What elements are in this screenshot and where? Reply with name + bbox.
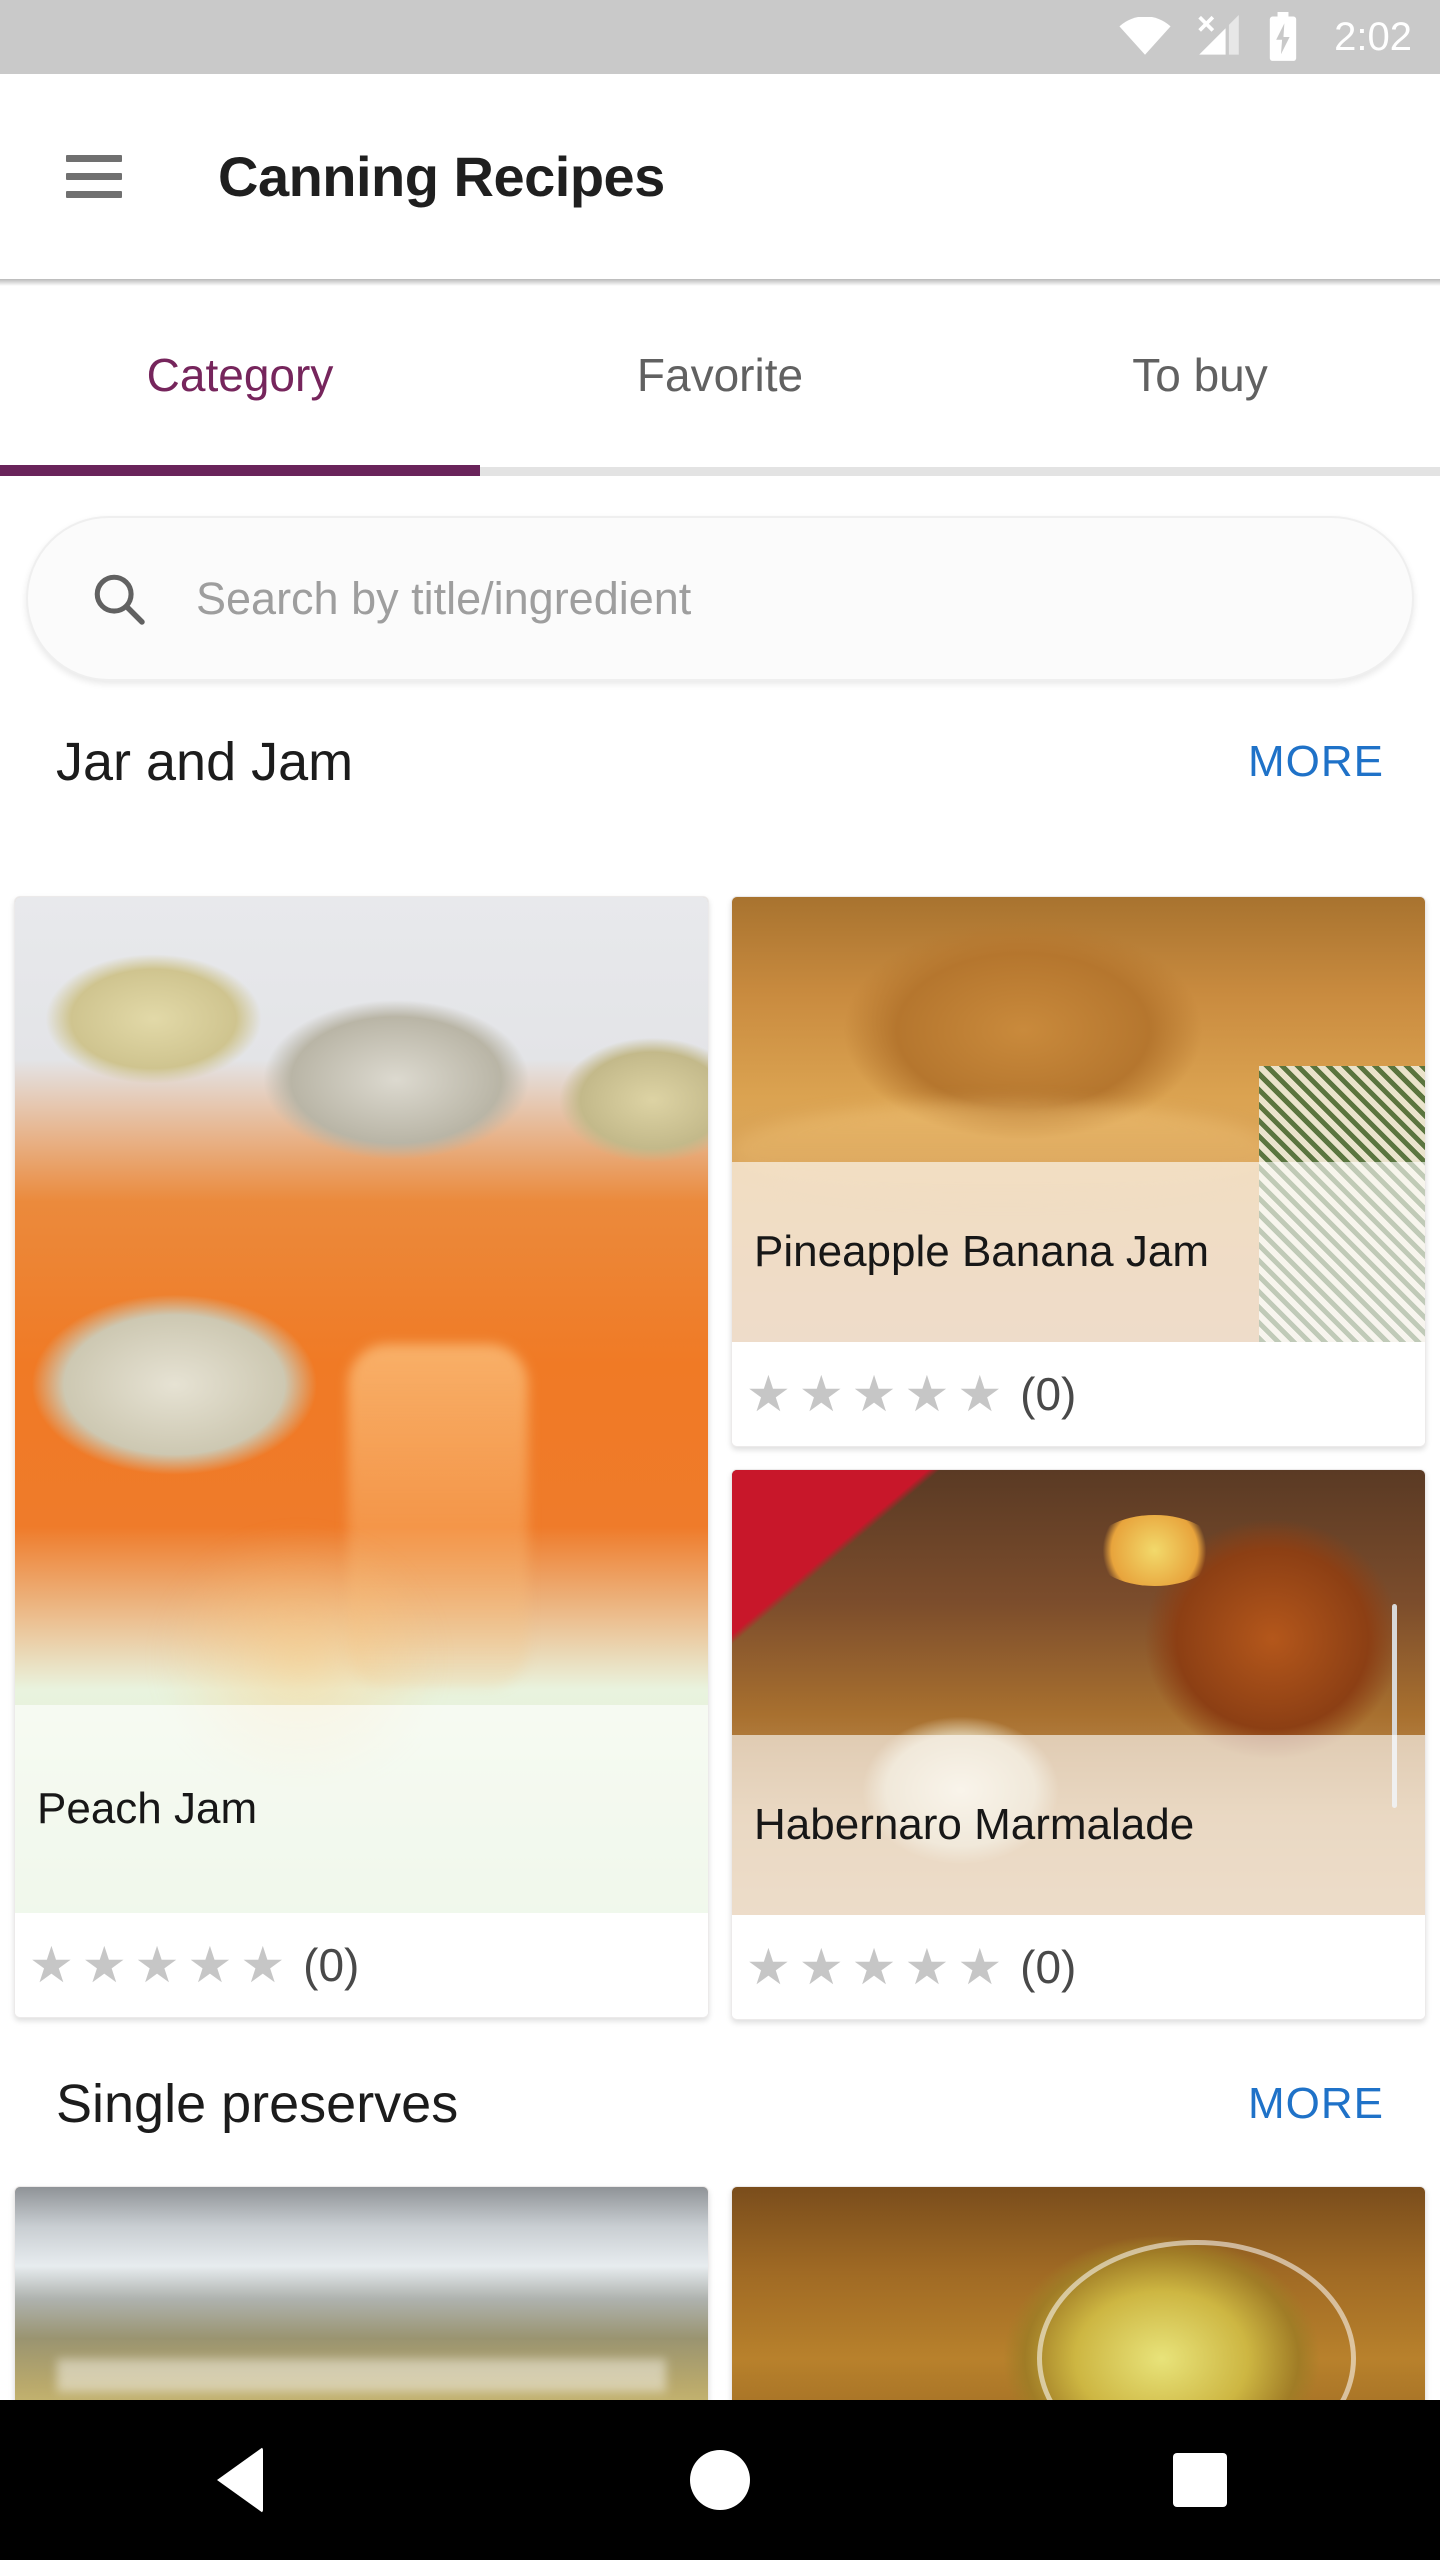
recipe-card-pineapple-banana-jam[interactable]: Pineapple Banana Jam ★ ★ ★ ★ ★ (0) <box>731 896 1426 1447</box>
star-icon: ★ <box>904 1366 950 1422</box>
square-recents-icon <box>1173 2453 1227 2507</box>
star-icon: ★ <box>240 1937 286 1993</box>
rating-count: (0) <box>1020 1941 1077 1993</box>
grid-column-left: Peach Jam ★ ★ ★ ★ ★ (0) <box>14 896 709 2020</box>
tab-to-buy[interactable]: To buy <box>960 286 1440 476</box>
section-header-single-preserves: Single preserves MORE <box>0 2044 1440 2164</box>
star-icon: ★ <box>81 1937 127 1993</box>
status-bar-clock: 2:02 <box>1334 14 1412 59</box>
photo-highlight <box>56 2358 667 2392</box>
cellular-no-sim-icon <box>1198 15 1239 55</box>
rating-row: ★ ★ ★ ★ ★ (0) <box>732 1342 1425 1446</box>
hamburger-menu-icon[interactable] <box>66 155 122 198</box>
star-icon: ★ <box>904 1939 950 1995</box>
star-icon: ★ <box>746 1939 791 1995</box>
battery-charging-icon <box>1269 12 1297 61</box>
circle-home-icon <box>690 2450 750 2510</box>
star-icon: ★ <box>29 1937 74 1993</box>
nav-home-button[interactable] <box>620 2400 820 2560</box>
recipe-title: Peach Jam <box>15 1705 708 1913</box>
page-title: Canning Recipes <box>218 145 665 208</box>
rating-count: (0) <box>303 1939 360 1991</box>
star-icon: ★ <box>957 1939 1003 1995</box>
star-icon: ★ <box>798 1939 844 1995</box>
rating-row: ★ ★ ★ ★ ★ (0) <box>15 1913 708 2017</box>
wifi-icon <box>1119 17 1171 55</box>
recipe-image: Pineapple Banana Jam <box>732 897 1425 1342</box>
star-icon: ★ <box>851 1939 897 1995</box>
recipe-title: Habernaro Marmalade <box>732 1735 1425 1915</box>
app-screen: 2:02 Canning Recipes Category Favorite T… <box>0 0 1440 2560</box>
card-grid-jar-and-jam: Peach Jam ★ ★ ★ ★ ★ (0) Pineapple Banana… <box>0 896 1440 2020</box>
search-bar[interactable]: Search by title/ingredient <box>26 516 1414 681</box>
rating-count: (0) <box>1020 1368 1077 1420</box>
recipe-image: Habernaro Marmalade <box>732 1470 1425 1915</box>
section-title: Jar and Jam <box>56 732 354 792</box>
search-box[interactable]: Search by title/ingredient <box>26 516 1414 681</box>
section-header-jar-and-jam: Jar and Jam MORE <box>0 702 1440 822</box>
section-more-link[interactable]: MORE <box>1248 2079 1384 2129</box>
star-icon: ★ <box>798 1366 844 1422</box>
triangle-back-icon <box>217 2447 263 2513</box>
nav-back-button[interactable] <box>140 2400 340 2560</box>
star-rating[interactable]: ★ ★ ★ ★ ★ <box>746 1369 1002 1419</box>
recipe-image: Peach Jam <box>15 897 708 1913</box>
tab-favorite[interactable]: Favorite <box>480 286 960 476</box>
star-icon: ★ <box>187 1937 233 1993</box>
android-navigation-bar <box>0 2400 1440 2560</box>
tab-active-indicator <box>0 465 480 476</box>
status-icon-group: 2:02 <box>1118 12 1412 62</box>
recipe-card-habernaro-marmalade[interactable]: Habernaro Marmalade ★ ★ ★ ★ ★ (0) <box>731 1469 1426 2020</box>
section-more-link[interactable]: MORE <box>1248 737 1384 787</box>
recipe-title: Pineapple Banana Jam <box>732 1162 1425 1342</box>
rating-row: ★ ★ ★ ★ ★ (0) <box>732 1915 1425 2019</box>
search-input[interactable]: Search by title/ingredient <box>196 573 691 625</box>
photo-orange-slice <box>1092 1514 1218 1586</box>
tab-category[interactable]: Category <box>0 286 480 476</box>
star-icon: ★ <box>746 1366 791 1422</box>
nav-recents-button[interactable] <box>1100 2400 1300 2560</box>
star-rating[interactable]: ★ ★ ★ ★ ★ <box>746 1942 1002 1992</box>
star-icon: ★ <box>134 1937 180 1993</box>
search-icon <box>94 574 145 625</box>
app-bar-divider <box>0 279 1440 286</box>
recipe-card-peach-jam[interactable]: Peach Jam ★ ★ ★ ★ ★ (0) <box>14 896 709 2018</box>
star-icon: ★ <box>957 1366 1003 1422</box>
tab-bar: Category Favorite To buy <box>0 286 1440 476</box>
section-title: Single preserves <box>56 2074 459 2134</box>
star-rating[interactable]: ★ ★ ★ ★ ★ <box>29 1940 285 1990</box>
grid-column-right: Pineapple Banana Jam ★ ★ ★ ★ ★ (0) Haber… <box>731 896 1426 2020</box>
star-icon: ★ <box>851 1366 897 1422</box>
status-bar: 2:02 <box>0 0 1440 74</box>
app-bar: Canning Recipes <box>0 74 1440 279</box>
